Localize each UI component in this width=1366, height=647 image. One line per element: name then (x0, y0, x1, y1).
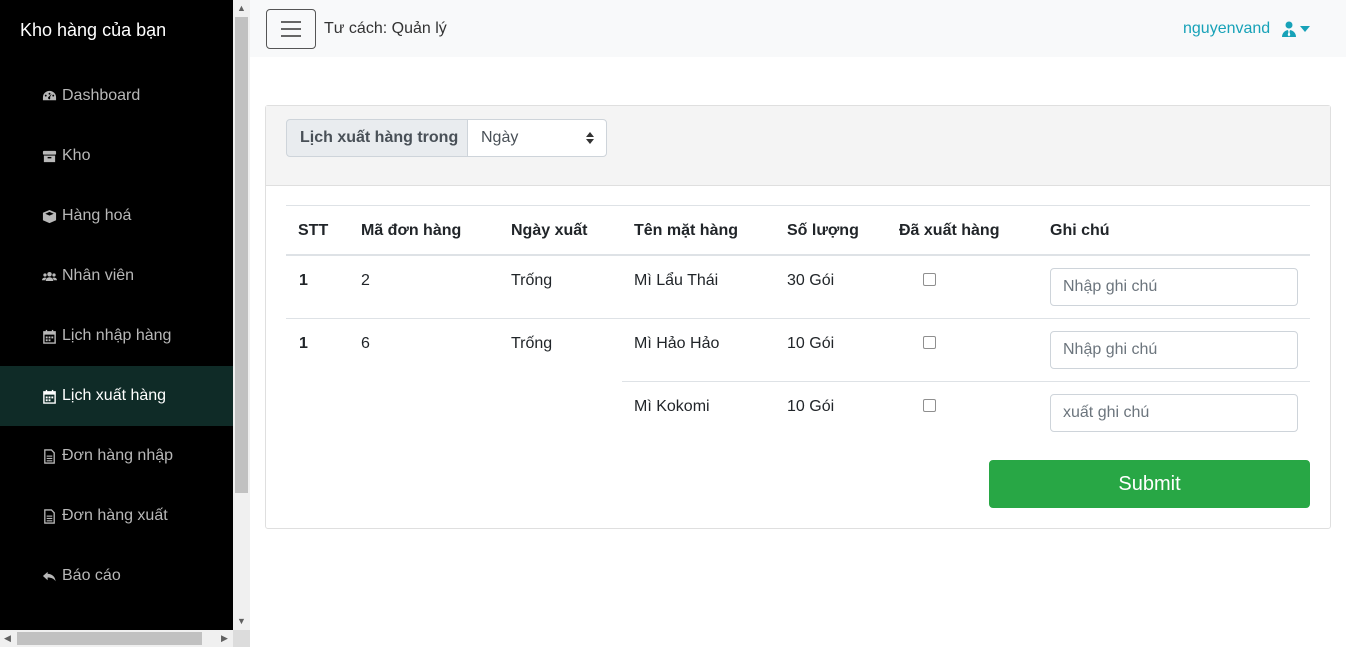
card-header: Lịch xuất hàng trong Ngày (266, 106, 1330, 186)
sidebar-item-label: Đơn hàng nhập (62, 447, 174, 464)
dashboard-icon (40, 89, 58, 104)
scrollbar-thumb[interactable] (235, 17, 248, 493)
item-quantity: 10 Gói (787, 398, 835, 415)
sidebar-item-label: Lịch nhập hàng (62, 327, 172, 344)
sidebar: Kho hàng của bạn Dashboard Kho Hàng hoá … (0, 0, 233, 630)
col-header-stt: STT (298, 222, 329, 239)
sidebar-item-label: Dashboard (62, 87, 141, 104)
note-input[interactable] (1050, 331, 1298, 369)
users-icon (40, 269, 58, 284)
sidebar-horizontal-scrollbar[interactable]: ◀ ▶ (0, 630, 233, 647)
user-tie-icon (1282, 21, 1297, 37)
item-name: Mì Hảo Hảo (634, 335, 720, 352)
col-header-note: Ghi chú (1050, 222, 1110, 239)
sidebar-item-don-hang-nhap[interactable]: Đơn hàng nhập (0, 426, 233, 486)
sidebar-item-dashboard[interactable]: Dashboard (0, 66, 233, 126)
reply-icon (40, 569, 58, 584)
order-stt: 1 (299, 272, 308, 289)
sidebar-item-lich-nhap-hang[interactable]: Lịch nhập hàng (0, 306, 233, 366)
file-icon (40, 448, 58, 464)
scroll-down-arrow-icon[interactable]: ▼ (237, 616, 246, 626)
sidebar-item-label: Lịch xuất hàng (62, 387, 167, 404)
order-date: Trống (511, 272, 553, 289)
filter-label: Lịch xuất hàng trong (286, 119, 468, 157)
item-name: Mì Lẩu Thái (634, 272, 719, 289)
period-select[interactable]: Ngày (467, 119, 607, 157)
scrollbar-corner (233, 630, 250, 647)
period-select-value: Ngày (481, 129, 519, 146)
cube-icon (40, 209, 58, 224)
col-header-item-name: Tên mặt hàng (634, 222, 739, 239)
order-stt: 1 (299, 335, 308, 352)
order-date: Trống (511, 335, 553, 352)
role-label: Tư cách: Quản lý (324, 20, 447, 37)
file-icon (40, 508, 58, 524)
user-dropdown[interactable]: nguyenvand (1183, 20, 1311, 38)
row-divider (622, 381, 1310, 382)
col-header-shipped: Đã xuất hàng (899, 222, 1000, 239)
brand-title: Kho hàng của bạn (20, 20, 167, 40)
submit-button[interactable]: Submit (989, 460, 1310, 508)
top-navbar: Tư cách: Quản lý nguyenvand (250, 0, 1346, 57)
select-arrows-icon (586, 132, 594, 144)
username: nguyenvand (1183, 20, 1271, 37)
item-name: Mì Kokomi (634, 398, 710, 415)
sidebar-item-hang-hoa[interactable]: Hàng hoá (0, 186, 233, 246)
chevron-down-icon (1300, 26, 1311, 32)
archive-icon (40, 149, 58, 164)
sidebar-item-label: Kho (62, 147, 91, 164)
note-input[interactable] (1050, 394, 1298, 432)
item-quantity: 10 Gói (787, 335, 835, 352)
note-input[interactable] (1050, 268, 1298, 306)
order-code: 6 (361, 335, 370, 352)
menu-toggle-button[interactable] (266, 9, 316, 49)
sidebar-item-label: Nhân viên (62, 267, 135, 284)
sidebar-item-label: Đơn hàng xuất (62, 507, 168, 524)
scroll-left-arrow-icon[interactable]: ◀ (4, 633, 11, 644)
col-header-order-code: Mã đơn hàng (361, 222, 462, 239)
sidebar-item-bao-cao[interactable]: Báo cáo (0, 546, 233, 606)
col-header-export-date: Ngày xuất (511, 222, 588, 239)
calendar-icon (40, 329, 58, 344)
shipped-checkbox[interactable] (923, 399, 936, 412)
order-code: 2 (361, 272, 370, 289)
table-header-border (286, 254, 1310, 256)
hamburger-icon (281, 21, 301, 23)
scroll-up-arrow-icon[interactable]: ▲ (237, 3, 246, 13)
sidebar-item-kho[interactable]: Kho (0, 126, 233, 186)
shipped-checkbox[interactable] (923, 336, 936, 349)
sidebar-item-don-hang-xuat[interactable]: Đơn hàng xuất (0, 486, 233, 546)
item-quantity: 30 Gói (787, 272, 835, 289)
scrollbar-thumb[interactable] (17, 632, 202, 645)
sidebar-item-nhan-vien[interactable]: Nhân viên (0, 246, 233, 306)
scroll-right-arrow-icon[interactable]: ▶ (221, 633, 228, 644)
sidebar-item-label: Báo cáo (62, 567, 121, 584)
row-divider (286, 318, 1310, 319)
sidebar-item-lich-xuat-hang[interactable]: Lịch xuất hàng (0, 366, 233, 426)
col-header-quantity: Số lượng (787, 222, 859, 239)
table-top-border (286, 205, 1310, 206)
sidebar-vertical-scrollbar[interactable]: ▲ ▼ (233, 0, 250, 630)
calendar-icon (40, 389, 58, 404)
shipped-checkbox[interactable] (923, 273, 936, 286)
sidebar-item-label: Hàng hoá (62, 207, 132, 224)
export-schedule-card: Lịch xuất hàng trong Ngày STT Mã đơn hàn… (265, 105, 1331, 529)
